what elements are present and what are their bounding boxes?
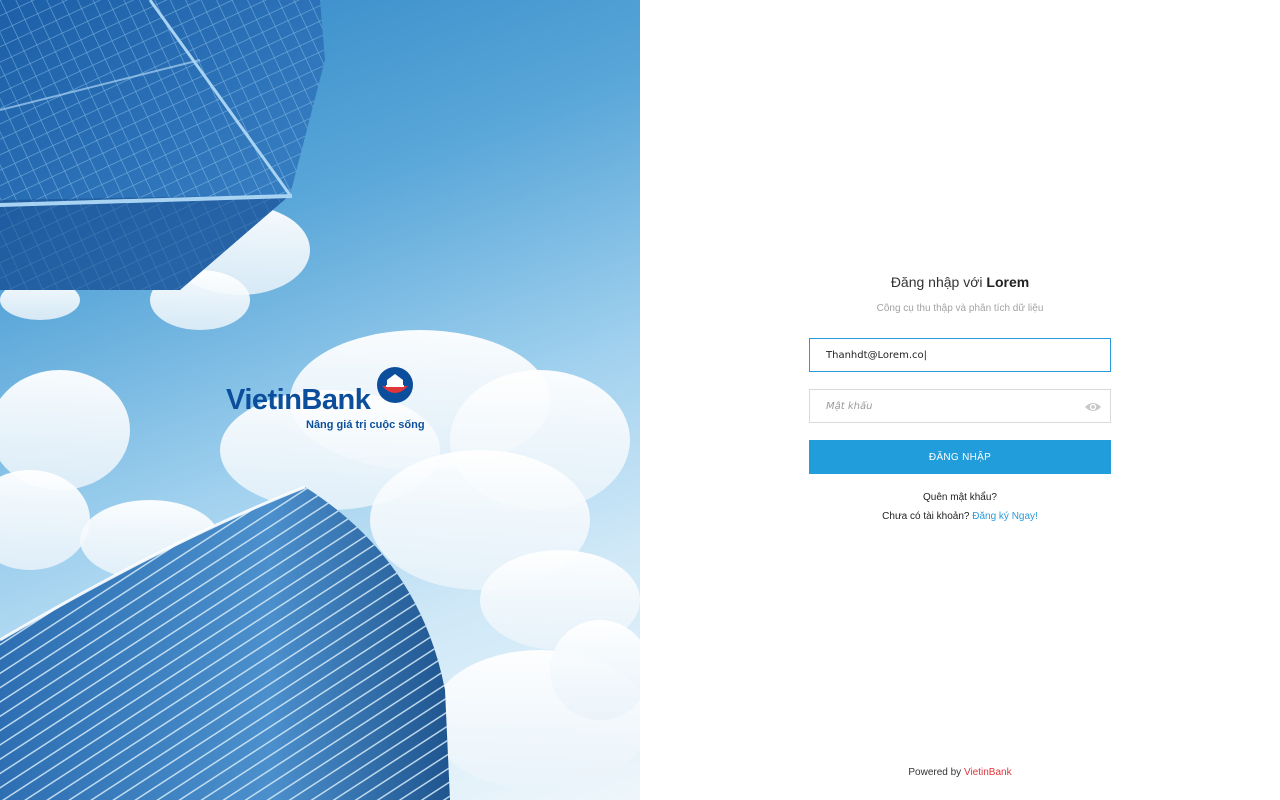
login-page: VietinBank Nâng giá trị cuộc sống Đăng n…: [0, 0, 1280, 800]
brand-name: VietinBank: [226, 384, 371, 416]
footer-brand-link[interactable]: VietinBank: [964, 767, 1012, 778]
eye-icon[interactable]: [1084, 398, 1102, 416]
forgot-password-link[interactable]: Quên mật khẩu?: [809, 492, 1111, 503]
login-form: Đăng nhập với Lorem Công cụ thu thập và …: [809, 272, 1111, 522]
no-account-label: Chưa có tài khoản?: [882, 511, 970, 522]
brand-tagline: Nâng giá trị cuộc sống: [306, 419, 425, 431]
login-title-brand: Lorem: [986, 274, 1030, 290]
signup-link[interactable]: Đăng ký Ngay!: [972, 511, 1038, 522]
login-panel: Đăng nhập với Lorem Công cụ thu thập và …: [640, 0, 1280, 800]
login-subtitle: Công cụ thu thập và phân tích dữ liệu: [876, 303, 1044, 314]
password-input[interactable]: [810, 390, 1110, 422]
login-title: Đăng nhập với Lorem: [809, 272, 1111, 292]
footer-powered-by: Powered by: [908, 767, 962, 778]
footer: Powered by VietinBank: [640, 767, 1280, 778]
email-field-wrapper: [809, 338, 1111, 372]
vietinbank-brand: VietinBank Nâng giá trị cuộc sống: [226, 364, 426, 436]
login-button[interactable]: ĐĂNG NHẬP: [809, 440, 1111, 474]
email-input[interactable]: [810, 339, 1110, 371]
login-title-prefix: Đăng nhập với: [890, 274, 983, 290]
vietinbank-logo-icon: [377, 367, 413, 403]
password-field-wrapper: [809, 389, 1111, 423]
signup-row: Chưa có tài khoản? Đăng ký Ngay!: [809, 511, 1111, 522]
hero-panel: VietinBank Nâng giá trị cuộc sống: [0, 0, 640, 800]
